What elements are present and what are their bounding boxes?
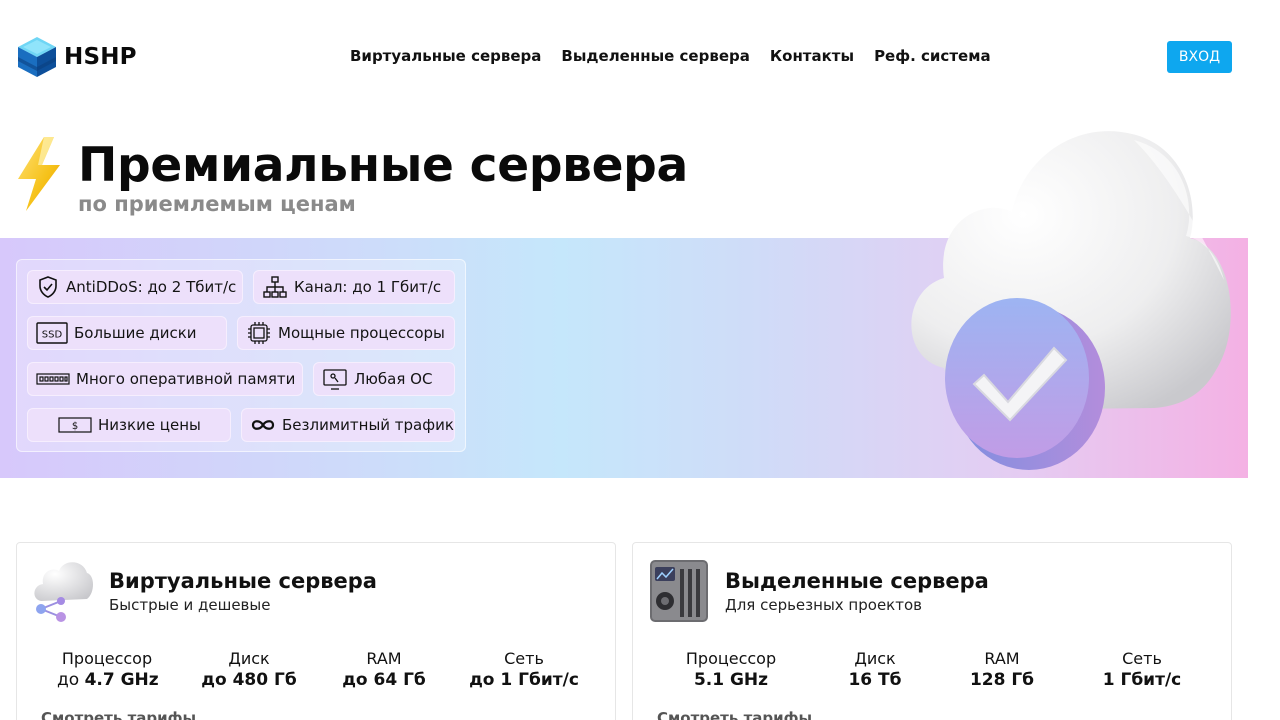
- spec-value: 5.1 GHz: [693, 670, 769, 690]
- nav-item-virtual-servers[interactable]: Виртуальные сервера: [350, 47, 541, 65]
- card-description: Для серьезных проектов: [725, 596, 922, 614]
- spec-label: Сеть: [1122, 649, 1162, 668]
- feature-label: Любая ОС: [354, 370, 433, 388]
- server-tower-icon: [650, 560, 708, 622]
- login-button[interactable]: ВХОД: [1167, 41, 1232, 73]
- main-nav: Виртуальные сервера Выделенные сервера К…: [350, 47, 1011, 65]
- svg-text:$: $: [72, 421, 78, 432]
- spec-label: RAM: [984, 649, 1020, 668]
- ssd-icon: SSD: [36, 321, 68, 345]
- network-icon: [262, 275, 288, 299]
- spec-ram: RAM 128 Гб: [952, 649, 1052, 690]
- spec-cpu: Процессор до 4.7 GHz: [57, 649, 159, 690]
- feature-os: Любая ОС: [313, 362, 455, 396]
- site-header: HSHP Виртуальные сервера Выделенные серв…: [0, 0, 1280, 114]
- spec-value: до 1 Гбит/с: [469, 670, 579, 690]
- feature-disks: SSD Большие диски: [27, 316, 227, 350]
- card-title: Выделенные сервера: [725, 569, 989, 593]
- shield-icon: [36, 275, 60, 299]
- spec-label: RAM: [366, 649, 402, 668]
- view-plans-link[interactable]: Смотреть тарифы: [41, 709, 196, 720]
- feature-ram: Много оперативной памяти: [27, 362, 303, 396]
- nav-item-referral[interactable]: Реф. система: [874, 47, 991, 65]
- feature-antiddos: AntiDDoS: до 2 Тбит/с: [27, 270, 243, 304]
- feature-traffic: Безлимитный трафик: [241, 408, 455, 442]
- ram-icon: [36, 367, 70, 391]
- spec-disk: Диск до 480 Гб: [199, 649, 299, 690]
- spec-label: Процессор: [61, 649, 153, 668]
- feature-label: AntiDDoS: до 2 Тбит/с: [66, 278, 237, 296]
- spec-label: Сеть: [504, 649, 544, 668]
- cloud-checkmark-illustration: [911, 131, 1231, 470]
- spec-cpu: Процессор 5.1 GHz: [681, 649, 781, 690]
- spec-label: Диск: [228, 649, 270, 668]
- feature-channel: Канал: до 1 Гбит/с: [253, 270, 455, 304]
- infinity-icon: [250, 413, 276, 437]
- feature-label: Безлимитный трафик: [282, 416, 454, 434]
- spec-value: 128 Гб: [969, 670, 1035, 690]
- nav-item-contacts[interactable]: Контакты: [770, 47, 854, 65]
- logo[interactable]: HSHP: [16, 35, 137, 79]
- spec-ram: RAM до 64 Гб: [334, 649, 434, 690]
- virtual-servers-card[interactable]: Виртуальные сервера Быстрые и дешевые Пр…: [16, 542, 616, 720]
- lightning-bolt-icon: [18, 137, 60, 211]
- spec-value: 1 Гбит/с: [1102, 670, 1182, 690]
- view-plans-link[interactable]: Смотреть тарифы: [657, 709, 812, 720]
- spec-network: Сеть до 1 Гбит/с: [464, 649, 584, 690]
- brand-name: HSHP: [64, 44, 137, 70]
- card-description: Быстрые и дешевые: [109, 596, 271, 614]
- feature-label: Канал: до 1 Гбит/с: [294, 278, 442, 296]
- spec-label: Диск: [854, 649, 896, 668]
- nav-item-dedicated-servers[interactable]: Выделенные сервера: [561, 47, 749, 65]
- spec-disk: Диск 16 Тб: [825, 649, 925, 690]
- hero-subtitle: по приемлемым ценам: [78, 192, 356, 216]
- svg-text:SSD: SSD: [42, 330, 63, 341]
- spec-network: Сеть 1 Гбит/с: [1082, 649, 1202, 690]
- spec-label: Процессор: [685, 649, 777, 668]
- spec-value: до 4.7 GHz: [57, 670, 159, 690]
- cpu-icon: [246, 321, 272, 345]
- feature-cpu: Мощные процессоры: [237, 316, 455, 350]
- dedicated-servers-card[interactable]: Выделенные сервера Для серьезных проекто…: [632, 542, 1232, 720]
- banknote-icon: $: [58, 413, 92, 437]
- logo-cube-icon: [18, 37, 56, 77]
- feature-label: Большие диски: [74, 324, 197, 342]
- spec-value: до 480 Гб: [201, 670, 297, 690]
- spec-value: 16 Тб: [848, 670, 902, 690]
- feature-label: Мощные процессоры: [278, 324, 445, 342]
- card-title: Виртуальные сервера: [109, 569, 377, 593]
- cloud-network-icon: [34, 562, 93, 622]
- features-panel: AntiDDoS: до 2 Тбит/с Канал: до 1 Гбит/с…: [16, 259, 466, 452]
- feature-label: Много оперативной памяти: [76, 370, 296, 388]
- spec-value: до 64 Гб: [342, 670, 426, 690]
- feature-label: Низкие цены: [98, 416, 201, 434]
- hero-title: Премиальные сервера: [78, 138, 688, 193]
- os-icon: [322, 367, 348, 391]
- feature-prices: $ Низкие цены: [27, 408, 231, 442]
